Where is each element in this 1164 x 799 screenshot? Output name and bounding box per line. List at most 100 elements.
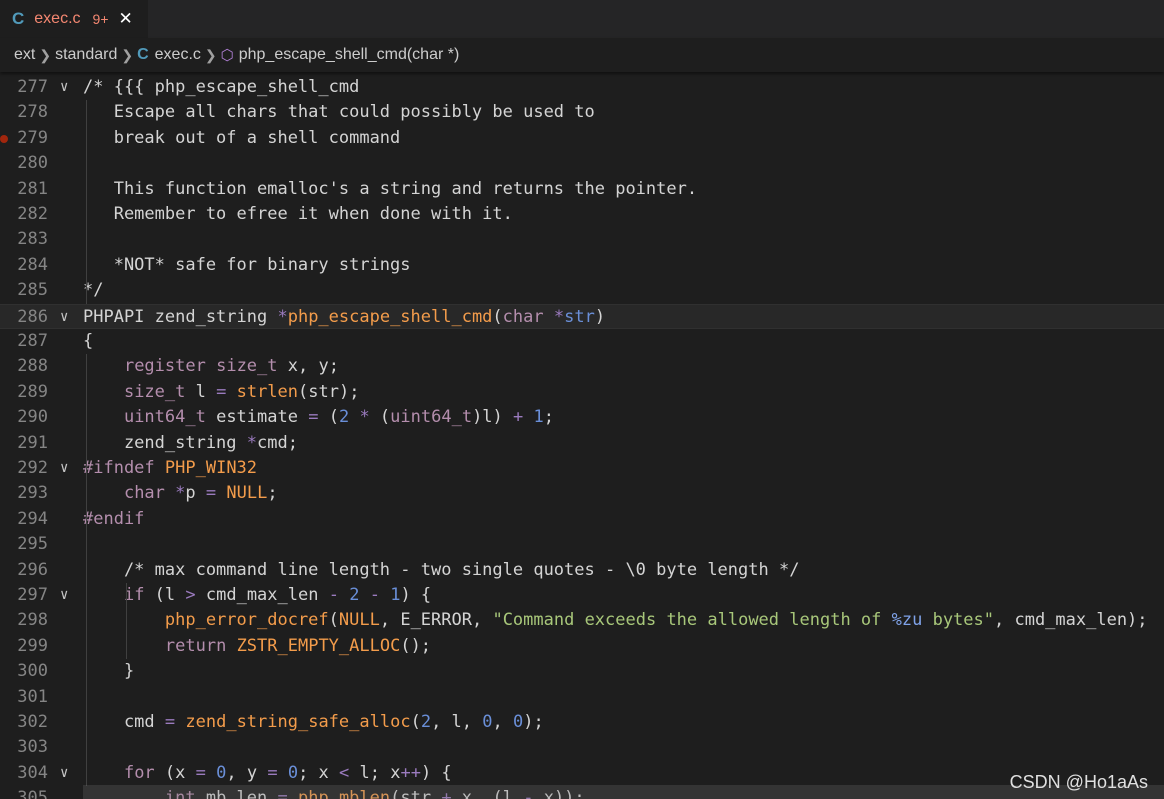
code-token: * [175, 483, 186, 504]
code-token: strlen [236, 381, 299, 402]
code-token: } [83, 661, 135, 682]
close-icon[interactable]: ✕ [119, 9, 133, 29]
code-text: break out of a shell command [83, 126, 401, 151]
code-token: > [185, 585, 196, 605]
code-token: break out of a shell command [83, 127, 401, 148]
code-line[interactable]: 287 { [0, 329, 1164, 354]
code-line[interactable]: 301 [0, 685, 1164, 710]
code-line[interactable]: 292 ∨ #ifndef PHP_WIN32 [0, 456, 1164, 481]
code-token: PHPAPI zend_string [83, 306, 278, 327]
code-token: 1 [390, 585, 401, 605]
code-token: = [308, 407, 319, 428]
code-token: ) { [400, 585, 432, 605]
code-line[interactable]: 298 php_error_docref(NULL, E_ERROR, "Com… [0, 608, 1164, 633]
line-number: 285 [17, 280, 48, 301]
line-number: 296 [17, 559, 48, 580]
code-line[interactable]: 278 Escape all chars that could possibly… [0, 100, 1164, 125]
code-line[interactable]: 289 size_t l = strlen(str); [0, 380, 1164, 405]
code-text: *NOT* safe for binary strings [83, 253, 411, 278]
line-number: 298 [17, 610, 48, 631]
fold-chevron-icon[interactable]: ∨ [60, 583, 76, 608]
code-token: char [502, 306, 544, 327]
code-line[interactable]: 284 *NOT* safe for binary strings [0, 253, 1164, 278]
code-line[interactable]: 279 break out of a shell command [0, 126, 1164, 151]
code-token: ( [369, 407, 391, 428]
code-token: ++ [400, 762, 421, 783]
code-line[interactable]: 283 [0, 227, 1164, 252]
code-token: zend_string_safe_alloc [185, 712, 411, 732]
fold-chevron-icon[interactable]: ∨ [60, 75, 76, 100]
code-token: , [492, 712, 513, 732]
tab-bar: C exec.c 9+ ✕ [0, 0, 1164, 38]
breadcrumb-symbol[interactable]: php_escape_shell_cmd(char *) [239, 46, 460, 64]
code-line[interactable]: 285 */ [0, 278, 1164, 303]
code-line[interactable]: 297 ∨ if (l > cmd_max_len - 2 - 1) { [0, 583, 1164, 608]
code-line[interactable]: 303 [0, 735, 1164, 760]
code-line[interactable]: 295 [0, 532, 1164, 557]
code-line[interactable]: 277 ∨ /* {{{ php_escape_shell_cmd [0, 75, 1164, 100]
line-number: 303 [17, 737, 48, 758]
code-line[interactable]: 304 ∨ for (x = 0, y = 0; x < l; x++) { [0, 761, 1164, 786]
fold-chevron-icon[interactable]: ∨ [60, 305, 76, 330]
code-line[interactable]: 300 } [0, 659, 1164, 684]
code-line[interactable]: 280 [0, 151, 1164, 176]
code-line[interactable]: 293 char *p = NULL; [0, 481, 1164, 506]
line-number: 292 [17, 458, 48, 478]
code-token: uint64_t [390, 407, 473, 428]
fold-chevron-icon[interactable]: ∨ [60, 456, 76, 481]
code-line[interactable]: 302 cmd = zend_string_safe_alloc(2, l, 0… [0, 710, 1164, 735]
chevron-right-icon: ❯ [204, 46, 217, 63]
breadcrumb-file[interactable]: exec.c [155, 46, 201, 64]
code-token: 2 [420, 712, 432, 732]
breadcrumb-standard[interactable]: standard [55, 46, 117, 64]
tab-exec-c[interactable]: C exec.c 9+ ✕ [0, 0, 148, 38]
code-line[interactable]: 291 zend_string *cmd; [0, 431, 1164, 456]
line-number: 297 [17, 585, 48, 605]
code-text: /* {{{ php_escape_shell_cmd [83, 75, 359, 100]
code-line[interactable]: 288 register size_t x, y; [0, 354, 1164, 379]
breadcrumb-ext[interactable]: ext [14, 46, 35, 64]
code-text: for (x = 0, y = 0; x < l; x++) { [83, 761, 452, 786]
code-token: = [216, 381, 227, 402]
code-text: Remember to efree it when done with it. [83, 202, 513, 227]
code-line[interactable]: 296 /* max command line length - two sin… [0, 558, 1164, 583]
code-line[interactable]: 294 #endif [0, 507, 1164, 532]
code-text: char *p = NULL; [83, 481, 278, 506]
code-token: p [185, 483, 206, 504]
code-line[interactable]: 282 Remember to efree it when done with … [0, 202, 1164, 227]
line-number: 278 [17, 102, 48, 123]
code-line[interactable]: 281 This function emalloc's a string and… [0, 177, 1164, 202]
line-number: 289 [17, 381, 48, 402]
line-number: 287 [17, 331, 48, 351]
indent-guide [126, 583, 127, 660]
code-editor[interactable]: 277 ∨ /* {{{ php_escape_shell_cmd 278 Escap… [0, 75, 1164, 799]
code-token: php_error_docref [164, 610, 329, 631]
code-token: "Command exceeds the allowed length of [492, 610, 892, 631]
code-line[interactable]: 299 return ZSTR_EMPTY_ALLOC(); [0, 634, 1164, 659]
code-token: 0 [512, 712, 524, 732]
cube-icon: ⬡ [220, 47, 234, 64]
code-line[interactable]: 286 ∨ PHPAPI zend_string *php_escape_shell… [0, 303, 1164, 330]
code-token: ; [267, 483, 278, 504]
fold-chevron-icon[interactable]: ∨ [60, 761, 76, 786]
code-text: register size_t x, y; [83, 354, 339, 379]
code-token: ( [410, 712, 421, 732]
code-token: 2 [349, 585, 360, 605]
line-number: 290 [17, 407, 48, 428]
code-token: /* max command line length - two single … [83, 559, 800, 580]
code-token: ) [594, 306, 606, 327]
code-token: ; [543, 407, 555, 428]
code-text: PHPAPI zend_string *php_escape_shell_cmd… [83, 305, 605, 330]
code-line[interactable]: 290 uint64_t estimate = (2 * (uint64_t)l… [0, 405, 1164, 430]
line-number: 300 [17, 661, 48, 682]
horizontal-scrollbar[interactable] [83, 785, 1164, 799]
code-token: cmd_max_len [195, 585, 329, 605]
